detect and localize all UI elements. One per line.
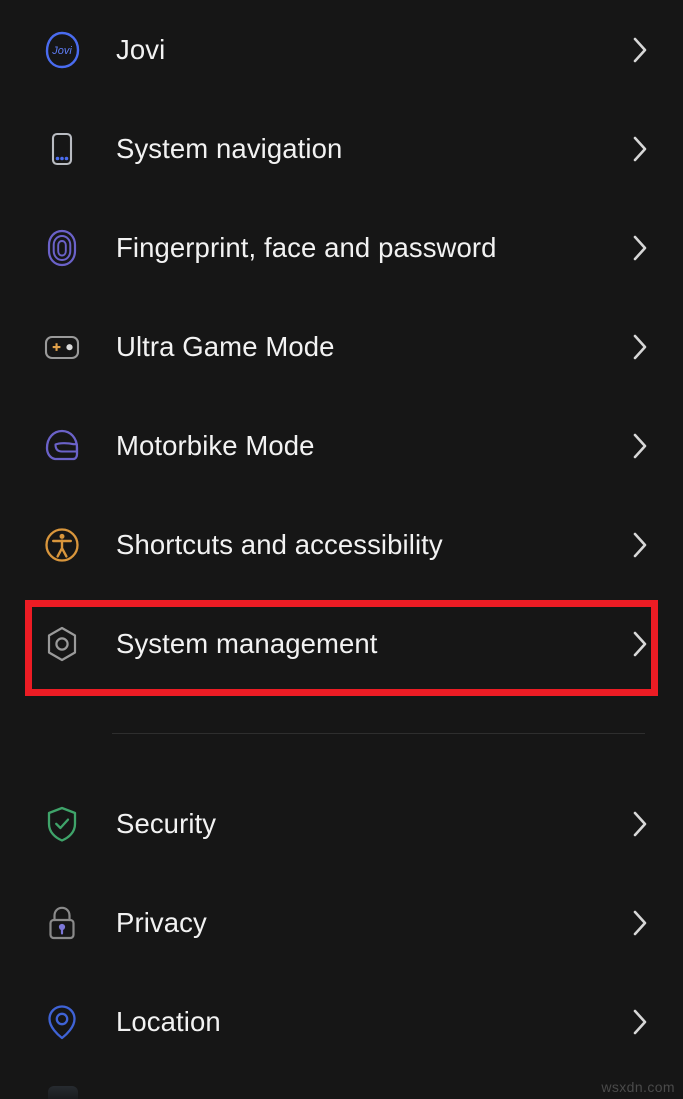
settings-row-label: Shortcuts and accessibility [116, 528, 443, 560]
hex-nut-icon [36, 618, 88, 670]
settings-row-label: System navigation [116, 132, 343, 164]
chevron-right-icon [631, 430, 649, 462]
settings-row-ultra-game-mode[interactable]: Ultra Game Mode [0, 297, 683, 396]
settings-list-primary: Jovi Jovi System navigation Fingerprint,… [0, 0, 683, 693]
chevron-right-icon [631, 133, 649, 165]
chevron-right-icon [631, 34, 649, 66]
settings-row-jovi[interactable]: Jovi Jovi [0, 0, 683, 99]
settings-row-label: Jovi [116, 33, 166, 65]
svg-text:Jovi: Jovi [51, 45, 72, 57]
settings-row-location[interactable]: Location [0, 972, 683, 1071]
settings-row-system-management[interactable]: System management [0, 594, 683, 693]
map-pin-icon [36, 996, 88, 1048]
settings-row-privacy[interactable]: Privacy [0, 873, 683, 972]
jovi-icon: Jovi [36, 24, 88, 76]
settings-row-security[interactable]: Security [0, 774, 683, 873]
settings-row-motorbike-mode[interactable]: Motorbike Mode [0, 396, 683, 495]
phone-navigation-icon [36, 123, 88, 175]
helmet-icon [36, 420, 88, 472]
watermark: wsxdn.com [601, 1079, 675, 1095]
gamepad-icon [36, 321, 88, 373]
settings-row-label: Ultra Game Mode [116, 330, 335, 362]
chevron-right-icon [631, 331, 649, 363]
settings-row-label: Security [116, 807, 217, 839]
partial-next-row-icon [48, 1086, 78, 1099]
settings-row-label: Fingerprint, face and password [116, 231, 497, 263]
settings-row-shortcuts-accessibility[interactable]: Shortcuts and accessibility [0, 495, 683, 594]
shield-check-icon [36, 798, 88, 850]
settings-row-fingerprint-face-password[interactable]: Fingerprint, face and password [0, 198, 683, 297]
fingerprint-icon [36, 222, 88, 274]
settings-row-label: Privacy [116, 906, 207, 938]
settings-row-label: Location [116, 1005, 221, 1037]
chevron-right-icon [631, 907, 649, 939]
settings-list-privacy: Security Privacy Location [0, 774, 683, 1071]
chevron-right-icon [631, 808, 649, 840]
accessibility-icon [36, 519, 88, 571]
lock-icon [36, 897, 88, 949]
group-divider [112, 733, 645, 734]
settings-row-label: Motorbike Mode [116, 429, 315, 461]
chevron-right-icon [631, 628, 649, 660]
settings-row-label: System management [116, 627, 378, 659]
chevron-right-icon [631, 1006, 649, 1038]
chevron-right-icon [631, 232, 649, 264]
settings-row-system-navigation[interactable]: System navigation [0, 99, 683, 198]
chevron-right-icon [631, 529, 649, 561]
